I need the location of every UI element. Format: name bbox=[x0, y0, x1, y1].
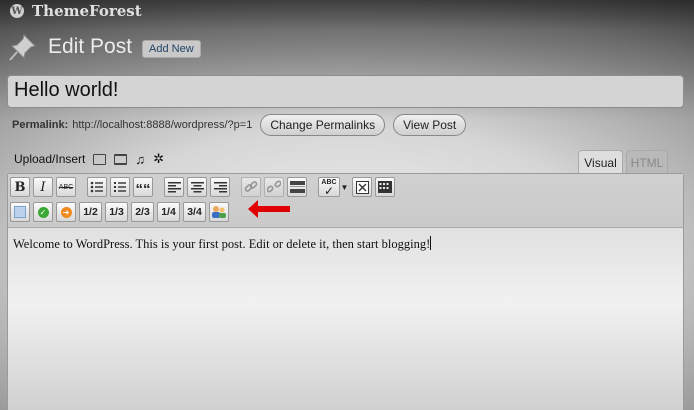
numbered-list-glyph bbox=[114, 182, 126, 192]
tab-visual[interactable]: Visual bbox=[578, 150, 623, 174]
editor-box: B I ABC ““ ABC ✓ ▼ ✓ ➜ 1/2 1/3 2/3 1/4 3… bbox=[7, 173, 684, 410]
checkmark-icon: ✓ bbox=[323, 183, 335, 198]
add-audio-icon[interactable]: ♫ bbox=[135, 152, 145, 167]
page-heading: Edit Post Add New bbox=[8, 32, 201, 62]
add-media-icon[interactable]: ✲ bbox=[153, 151, 164, 167]
align-center-icon[interactable] bbox=[187, 177, 207, 197]
add-image-icon[interactable] bbox=[93, 153, 107, 165]
page-title: Edit Post bbox=[48, 35, 133, 58]
numbered-list-icon[interactable] bbox=[110, 177, 130, 197]
strikethrough-glyph: ABC bbox=[58, 183, 74, 191]
italic-button[interactable]: I bbox=[33, 177, 53, 197]
red-arrow-icon bbox=[248, 200, 290, 218]
strikethrough-button[interactable]: ABC bbox=[56, 177, 76, 197]
align-right-glyph bbox=[213, 181, 227, 192]
align-right-icon[interactable] bbox=[210, 177, 230, 197]
fullscreen-icon[interactable] bbox=[352, 177, 372, 197]
unlink-icon[interactable] bbox=[264, 177, 284, 197]
users-plugin-glyph bbox=[212, 206, 226, 218]
column-one-half-button[interactable]: 1/2 bbox=[79, 202, 102, 222]
post-content-area[interactable]: Welcome to WordPress. This is your first… bbox=[13, 236, 432, 252]
media-buttons: Upload/Insert ♫ ✲ bbox=[14, 151, 164, 167]
orange-arrow-glyph: ➜ bbox=[60, 206, 72, 218]
column-three-fourths-button[interactable]: 3/4 bbox=[183, 202, 206, 222]
insert-link-icon[interactable] bbox=[241, 177, 261, 197]
toolbar-row-1: B I ABC ““ ABC ✓ ▼ bbox=[10, 177, 398, 197]
kitchen-sink-glyph bbox=[378, 181, 392, 193]
insert-more-tag-glyph bbox=[289, 181, 305, 193]
bullet-list-glyph bbox=[90, 181, 103, 193]
admin-bar: W ThemeForest bbox=[0, 0, 694, 22]
italic-glyph: I bbox=[40, 179, 46, 195]
users-plugin-icon[interactable] bbox=[209, 202, 229, 222]
view-post-button[interactable]: View Post bbox=[393, 114, 467, 136]
green-check-glyph: ✓ bbox=[37, 206, 49, 218]
text-cursor bbox=[430, 236, 432, 250]
warning-shortcode-icon[interactable]: ➜ bbox=[56, 202, 76, 222]
spellcheck-dropdown-icon[interactable]: ▼ bbox=[340, 177, 349, 197]
add-video-icon[interactable] bbox=[114, 153, 128, 165]
bold-button[interactable]: B bbox=[10, 177, 30, 197]
blue-box-glyph bbox=[14, 206, 26, 218]
editor-toolbar: B I ABC ““ ABC ✓ ▼ ✓ ➜ 1/2 1/3 2/3 1/4 3… bbox=[8, 174, 683, 228]
success-shortcode-icon[interactable]: ✓ bbox=[33, 202, 53, 222]
site-name[interactable]: ThemeForest bbox=[32, 2, 142, 20]
permalink-row: Permalink: http://localhost:8888/wordpre… bbox=[12, 114, 467, 136]
spellcheck-button[interactable]: ABC ✓ bbox=[318, 177, 340, 197]
change-permalinks-button[interactable]: Change Permalinks bbox=[260, 114, 386, 136]
insert-more-tag-icon[interactable] bbox=[287, 177, 307, 197]
bullet-list-icon[interactable] bbox=[87, 177, 107, 197]
blockquote-glyph: ““ bbox=[135, 181, 151, 198]
kitchen-sink-icon[interactable] bbox=[375, 177, 395, 197]
add-new-button[interactable]: Add New bbox=[142, 40, 201, 58]
post-content-text: Welcome to WordPress. This is your first… bbox=[13, 237, 431, 251]
unlink-glyph bbox=[267, 180, 281, 193]
align-left-glyph bbox=[167, 181, 181, 192]
column-two-thirds-button[interactable]: 2/3 bbox=[131, 202, 154, 222]
column-one-fourth-button[interactable]: 1/4 bbox=[157, 202, 180, 222]
fullscreen-glyph bbox=[355, 180, 369, 194]
bold-glyph: B bbox=[14, 179, 26, 195]
insert-link-glyph bbox=[244, 181, 258, 192]
align-center-glyph bbox=[190, 181, 204, 192]
toolbar-row-2: ✓ ➜ 1/2 1/3 2/3 1/4 3/4 bbox=[10, 202, 232, 222]
wordpress-logo-icon[interactable]: W bbox=[10, 4, 24, 18]
blockquote-button[interactable]: ““ bbox=[133, 177, 153, 197]
permalink-url[interactable]: http://localhost:8888/wordpress/?p=1 bbox=[72, 119, 252, 131]
permalink-label: Permalink: bbox=[12, 119, 69, 131]
align-left-icon[interactable] bbox=[164, 177, 184, 197]
post-title-field[interactable]: Hello world! bbox=[7, 75, 684, 108]
column-one-third-button[interactable]: 1/3 bbox=[105, 202, 128, 222]
tab-html[interactable]: HTML bbox=[626, 150, 668, 174]
upload-insert-label: Upload/Insert bbox=[14, 152, 86, 166]
box-shortcode-icon[interactable] bbox=[10, 202, 30, 222]
pushpin-icon bbox=[9, 34, 36, 61]
post-title-input[interactable]: Hello world! bbox=[14, 79, 118, 101]
